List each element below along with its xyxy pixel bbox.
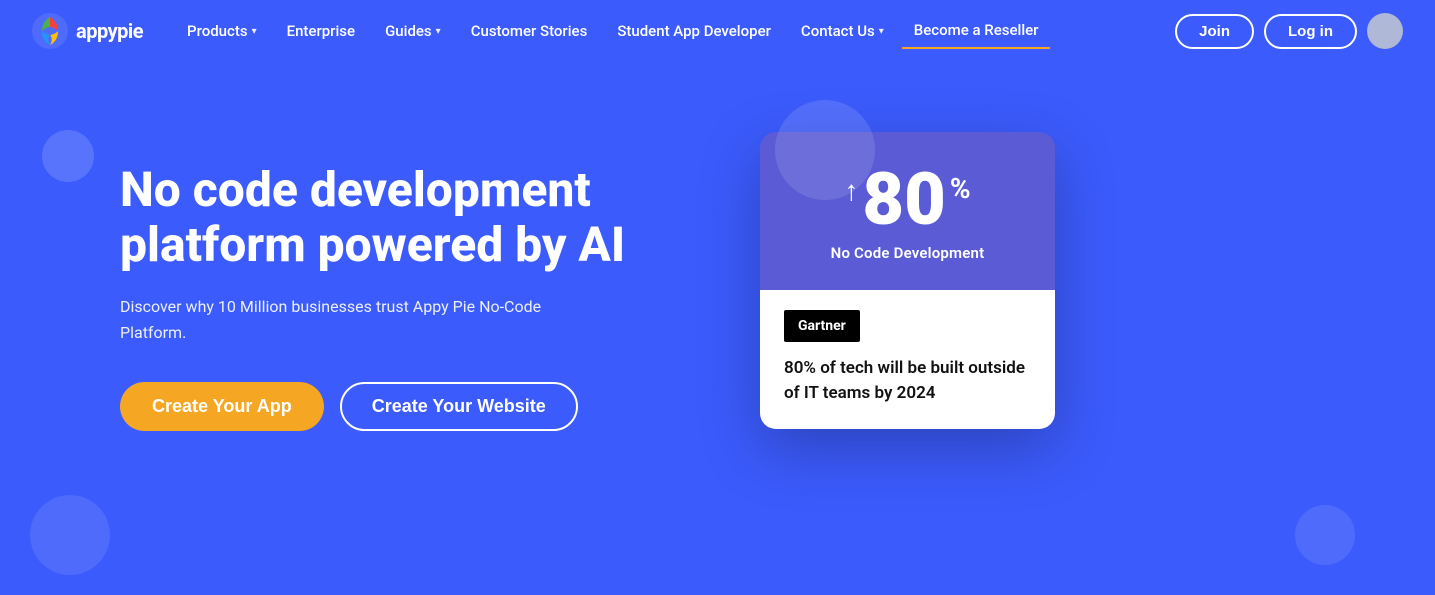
logo[interactable]: appypie bbox=[32, 13, 143, 49]
nav-item-customer-stories[interactable]: Customer Stories bbox=[459, 14, 600, 48]
hero-title: No code development platform powered by … bbox=[120, 162, 700, 272]
decorative-circle-small bbox=[42, 130, 94, 182]
decorative-circle-large bbox=[775, 100, 875, 200]
nav-item-contact[interactable]: Contact Us ▾ bbox=[789, 14, 896, 48]
nav-links: Products ▾ Enterprise Guides ▾ Customer … bbox=[175, 13, 1175, 49]
chevron-down-icon: ▾ bbox=[879, 26, 884, 37]
login-button[interactable]: Log in bbox=[1264, 14, 1357, 49]
logo-text: appypie bbox=[76, 19, 143, 43]
decorative-circle-bottom-right bbox=[1295, 505, 1355, 565]
join-button[interactable]: Join bbox=[1175, 14, 1254, 49]
stat-percent: % bbox=[950, 172, 971, 205]
avatar[interactable] bbox=[1367, 13, 1403, 49]
nav-right: Join Log in bbox=[1175, 13, 1403, 49]
stat-label: No Code Development bbox=[788, 244, 1027, 262]
nav-item-products[interactable]: Products ▾ bbox=[175, 14, 269, 48]
nav-item-student[interactable]: Student App Developer bbox=[605, 14, 783, 48]
hero-section: No code development platform powered by … bbox=[0, 62, 1435, 595]
logo-icon bbox=[32, 13, 68, 49]
navbar: appypie Products ▾ Enterprise Guides ▾ C… bbox=[0, 0, 1435, 62]
create-website-button[interactable]: Create Your Website bbox=[340, 382, 578, 431]
hero-content: No code development platform powered by … bbox=[120, 122, 700, 431]
decorative-circle-bottom-left bbox=[30, 495, 110, 575]
nav-item-reseller[interactable]: Become a Reseller bbox=[902, 13, 1051, 49]
card-description: 80% of tech will be built outside of IT … bbox=[784, 356, 1031, 405]
create-app-button[interactable]: Create Your App bbox=[120, 382, 324, 431]
gartner-badge: Gartner bbox=[784, 310, 860, 342]
chevron-down-icon: ▾ bbox=[436, 26, 441, 37]
hero-subtitle: Discover why 10 Million businesses trust… bbox=[120, 294, 580, 345]
nav-item-enterprise[interactable]: Enterprise bbox=[275, 14, 367, 48]
hero-buttons: Create Your App Create Your Website bbox=[120, 382, 700, 431]
nav-item-guides[interactable]: Guides ▾ bbox=[373, 14, 453, 48]
stat-number: 80 bbox=[862, 164, 945, 236]
card-bottom: Gartner 80% of tech will be built outsid… bbox=[760, 290, 1055, 429]
chevron-down-icon: ▾ bbox=[252, 26, 257, 37]
